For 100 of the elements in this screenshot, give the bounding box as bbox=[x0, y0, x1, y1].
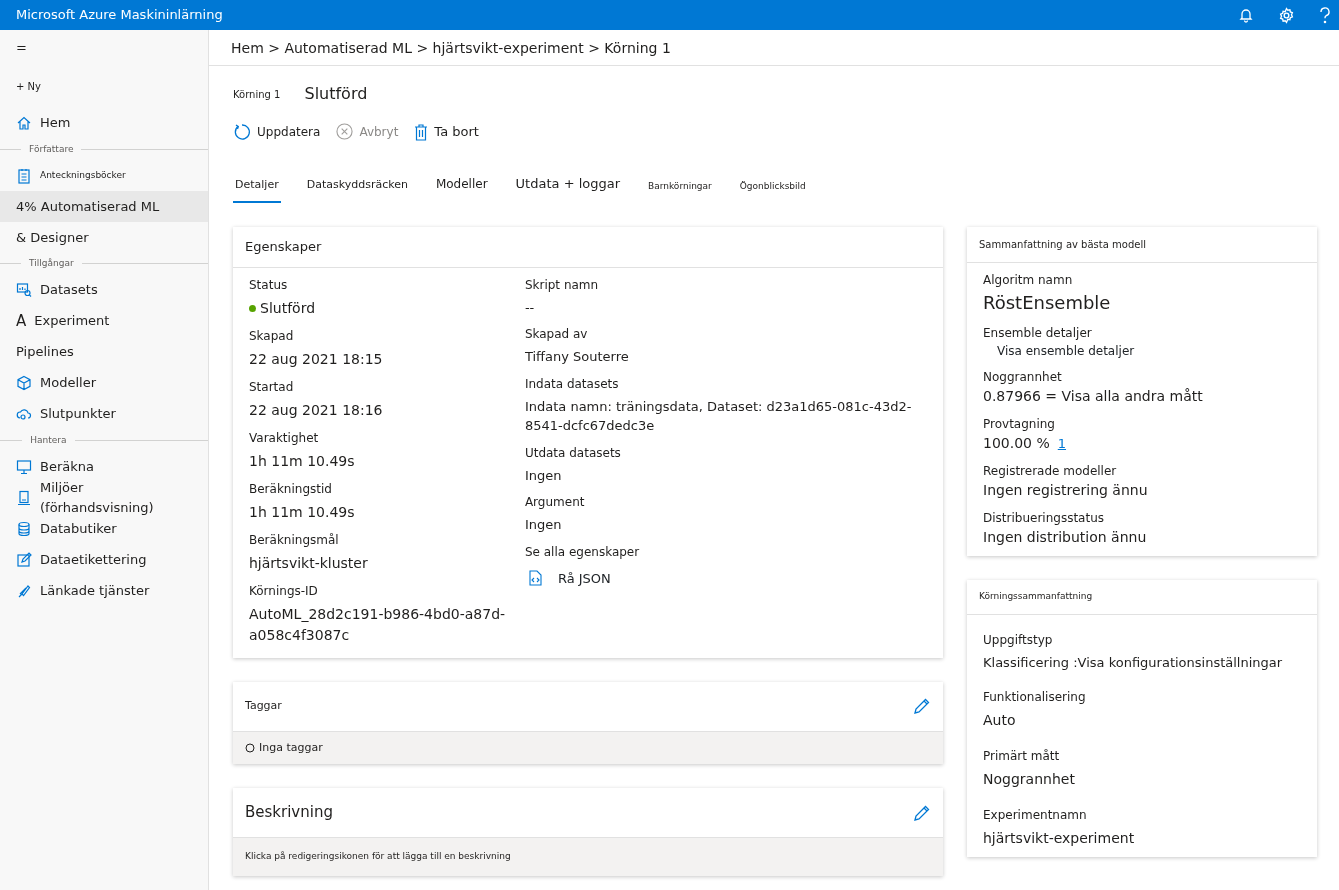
count-link[interactable]: 1 bbox=[1057, 433, 1067, 454]
settings-icon[interactable] bbox=[1278, 6, 1295, 24]
tab[interactable]: Modeller bbox=[433, 167, 490, 203]
details-link[interactable]: Visa ensemble detaljer bbox=[983, 342, 1135, 360]
field-label: Skapad av bbox=[524, 326, 589, 343]
sidebar-item[interactable]: Slutpunkter bbox=[0, 398, 208, 430]
field-label: Experimentnamn bbox=[983, 807, 1088, 824]
edit-square-icon bbox=[16, 551, 32, 568]
home-icon bbox=[16, 115, 32, 131]
field-label: Varaktighet bbox=[249, 429, 320, 447]
section-heading: Hantera bbox=[30, 433, 67, 447]
cube-icon bbox=[16, 375, 32, 391]
tag-icon bbox=[245, 742, 255, 753]
device-icon bbox=[16, 489, 32, 506]
field-label: Beräkningstid bbox=[249, 480, 333, 498]
field-value: Noggrannhet bbox=[983, 770, 1076, 789]
run-name: Körning 1 bbox=[233, 87, 281, 102]
field-label: Beräkningsmål bbox=[249, 531, 340, 549]
sidebar-item[interactable]: Beräkna bbox=[0, 451, 208, 482]
field-value: hjärtsvikt-experiment bbox=[983, 829, 1136, 848]
field-value: Indata namn: träningsdata, Dataset: d23a1d65-081c-43d2-8541-dcfc67dedc3e bbox=[524, 397, 913, 435]
field-label: Se alla egenskaper bbox=[524, 543, 641, 561]
notebook-icon bbox=[16, 167, 32, 184]
sidebar-item[interactable]: Pipelines bbox=[0, 336, 208, 368]
field-label: Skript namn bbox=[524, 276, 600, 294]
empty-tags-text: Inga taggar bbox=[259, 739, 323, 756]
field-value: hjärtsvikt-kluster bbox=[249, 553, 368, 573]
card-title: Sammanfattning av bästa modell bbox=[979, 239, 1146, 250]
field-label: Uppgiftstyp bbox=[983, 631, 1054, 649]
edit-pencil-icon[interactable] bbox=[913, 803, 931, 822]
card-title: Egenskaper bbox=[245, 239, 322, 254]
card-title: Körningssammanfattning bbox=[979, 591, 1093, 601]
status-dot bbox=[249, 304, 256, 312]
tab[interactable]: Ögonblicksbild bbox=[737, 171, 808, 203]
field-label: Noggrannhet bbox=[983, 369, 1063, 386]
field-value: 1h 11m 10.49s bbox=[249, 502, 355, 522]
field-value: 1h 11m 10.49s bbox=[249, 451, 355, 471]
breadcrumb[interactable]: Hem > Automatiserad ML > hjärtsvikt-experiment > Körning 1 bbox=[231, 40, 671, 56]
field-label: Primärt mått bbox=[983, 748, 1061, 765]
database-icon bbox=[16, 520, 32, 537]
monitor-icon bbox=[16, 458, 32, 475]
field-label: Registrerade modeller bbox=[983, 463, 1118, 480]
cloud-icon bbox=[16, 406, 32, 422]
sidebar-item[interactable]: Länkade tjänster bbox=[0, 575, 208, 606]
field-label: Argument bbox=[524, 494, 586, 511]
field-label: Körnings-ID bbox=[249, 582, 319, 600]
raw-json-link[interactable]: Rå JSON bbox=[528, 568, 611, 588]
section-heading: Tillgångar bbox=[29, 257, 74, 270]
field-label: Distribueringsstatus bbox=[983, 510, 1106, 527]
refresh-icon bbox=[233, 122, 251, 141]
refresh-button[interactable]: Uppdatera bbox=[233, 122, 321, 142]
app-title: Microsoft Azure Maskininlärning bbox=[15, 6, 224, 25]
field-value: Slutförd bbox=[260, 298, 316, 318]
field-label: Provtagning bbox=[983, 416, 1056, 433]
sidebar-item[interactable]: A Experiment bbox=[0, 305, 208, 337]
run-status: Slutförd bbox=[304, 83, 368, 105]
trash-icon bbox=[414, 122, 429, 141]
field-value: 100.00 % bbox=[983, 434, 1050, 453]
card-title: Beskrivning bbox=[245, 802, 333, 824]
field-value: Tiffany Souterre bbox=[524, 348, 629, 366]
card-title: Taggar bbox=[245, 697, 282, 714]
field-label: Ensemble detaljer bbox=[983, 325, 1093, 342]
sidebar-item[interactable]: Anteckningsböcker bbox=[0, 160, 208, 191]
field-label: Status bbox=[249, 276, 289, 294]
new-button[interactable]: + Ny bbox=[0, 73, 208, 100]
field-label: Funktionalisering bbox=[983, 689, 1087, 706]
field-label: Indata datasets bbox=[524, 375, 620, 393]
field-value: 22 aug 2021 18:15 bbox=[249, 349, 383, 369]
tab[interactable]: Barnkörningar bbox=[646, 171, 714, 203]
field-value: RöstEnsemble bbox=[983, 291, 1111, 315]
notification-bell-icon[interactable] bbox=[1238, 7, 1254, 23]
field-value: Klassificering :Visa konfigurationsinställningar bbox=[983, 653, 1284, 672]
sidebar-item[interactable]: Miljöer (förhandsvisning) bbox=[0, 482, 208, 513]
field-value: Auto bbox=[983, 711, 1017, 730]
section-heading: Författare bbox=[29, 142, 74, 156]
field-label: Skapad bbox=[249, 327, 295, 345]
field-value: Ingen bbox=[524, 516, 562, 534]
edit-pencil-icon[interactable] bbox=[913, 697, 931, 715]
tab[interactable]: Dataskyddsräcken bbox=[304, 168, 410, 203]
help-icon[interactable] bbox=[1319, 6, 1331, 24]
datasets-icon bbox=[16, 282, 32, 298]
tab[interactable]: Utdata + loggar bbox=[513, 165, 623, 203]
letter-icon: A bbox=[16, 309, 27, 333]
empty-description-text: Klicka på redigeringsikonen för att lägga till en beskrivning bbox=[245, 851, 511, 861]
field-value: AutoML_28d2c191-b986-4bd0-a87d-a058c4f3087c bbox=[249, 604, 507, 645]
tab[interactable]: Detaljer bbox=[233, 168, 281, 203]
sidebar-item[interactable]: & Designer bbox=[0, 222, 208, 253]
menu-toggle[interactable]: = bbox=[16, 40, 27, 55]
field-value: Ingen bbox=[524, 466, 562, 485]
field-label: Startad bbox=[249, 378, 295, 396]
field-value: Ingen registrering ännu bbox=[983, 481, 1148, 500]
field-label: Algoritm namn bbox=[983, 272, 1074, 289]
field-label: Utdata datasets bbox=[524, 444, 622, 462]
sidebar-item[interactable]: 4% Automatiserad ML bbox=[0, 191, 208, 222]
sidebar-item[interactable]: Datasets bbox=[0, 274, 208, 306]
sidebar-item[interactable]: Modeller bbox=[0, 367, 208, 399]
delete-button[interactable]: Ta bort bbox=[414, 122, 479, 142]
sidebar-item[interactable]: Hem bbox=[0, 107, 208, 139]
code-file-icon bbox=[528, 570, 542, 587]
sidebar-item[interactable]: Dataetikettering bbox=[0, 544, 208, 575]
